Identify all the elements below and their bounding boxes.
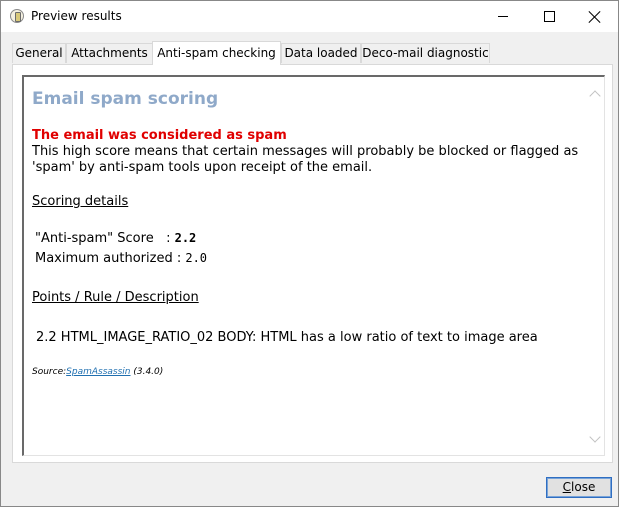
source-version: (3.4.0) <box>130 367 164 377</box>
close-button-label: lose <box>571 480 596 494</box>
tab-deco-mail-diagnostic[interactable]: Deco-mail diagnostic <box>361 43 490 63</box>
score-value: 2.2 <box>174 231 197 245</box>
title-bar: Preview results <box>1 1 618 32</box>
spamassassin-link[interactable]: SpamAssassin <box>66 367 130 377</box>
spam-description: This high score means that certain messa… <box>32 144 579 175</box>
max-label: Maximum authorized : <box>35 251 186 266</box>
vertical-scrollbar[interactable] <box>587 77 604 455</box>
score-row: "Anti-spam" Score : 2.2 <box>35 231 196 246</box>
scoring-details-title: Scoring details <box>32 194 129 209</box>
close-icon <box>589 11 601 23</box>
tab-attachments[interactable]: Attachments <box>66 43 153 63</box>
spam-report-view[interactable]: Email spam scoring The email was conside… <box>22 75 605 456</box>
chevron-down-icon[interactable] <box>589 431 601 443</box>
max-row: Maximum authorized : 2.0 <box>35 251 207 266</box>
close-button[interactable]: Close <box>546 477 612 498</box>
preview-results-window: Preview results General Attachments Anti… <box>0 0 619 507</box>
source-line: Source:SpamAssassin (3.4.0) <box>32 367 163 377</box>
max-value: 2.0 <box>185 251 208 265</box>
report-heading: Email spam scoring <box>32 89 219 109</box>
window-title: Preview results <box>31 9 122 23</box>
minimize-button[interactable] <box>480 1 526 32</box>
minimize-icon <box>498 16 508 17</box>
rule-line: 2.2 HTML_IMAGE_RATIO_02 BODY: HTML has a… <box>36 330 538 345</box>
anti-spam-panel: Email spam scoring The email was conside… <box>12 64 613 463</box>
chevron-up-icon[interactable] <box>589 90 601 102</box>
tab-anti-spam-checking[interactable]: Anti-spam checking <box>152 41 281 65</box>
tab-data-loaded[interactable]: Data loaded <box>281 43 361 63</box>
close-button-mnemonic: C <box>562 480 572 494</box>
maximize-icon <box>543 11 555 22</box>
source-prefix: Source: <box>32 367 67 377</box>
tab-general[interactable]: General <box>12 43 66 63</box>
maximize-button[interactable] <box>526 1 572 32</box>
app-icon <box>10 9 24 23</box>
score-label: "Anti-spam" Score : <box>35 231 175 246</box>
window-close-button[interactable] <box>572 1 618 32</box>
points-title: Points / Rule / Description <box>32 290 199 305</box>
spam-alert: The email was considered as spam <box>32 128 287 143</box>
